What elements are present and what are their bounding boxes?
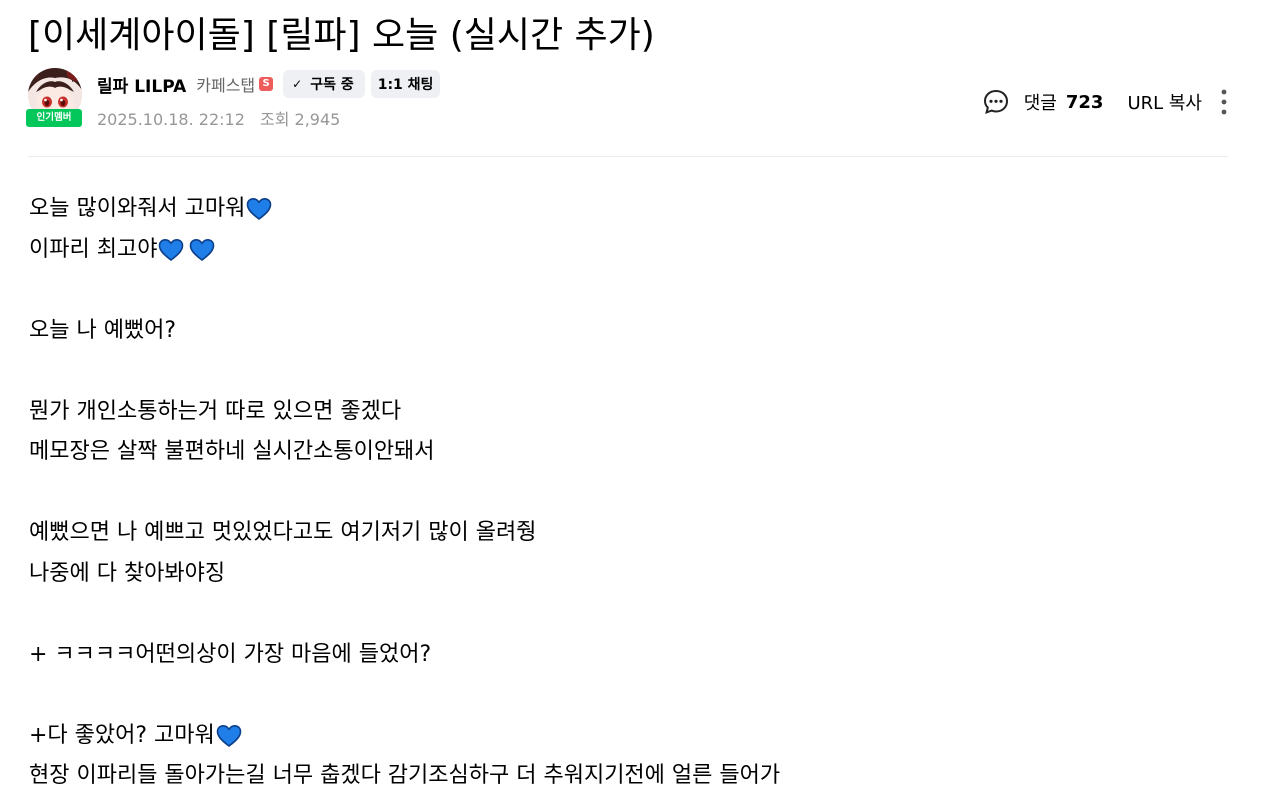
body-blank-line <box>29 270 1229 311</box>
body-line: 나중에 다 찾아봐야징 <box>29 560 226 586</box>
author-rank: 카페스탭 <box>196 76 256 95</box>
chat-label: 1:1 채팅 <box>377 77 434 93</box>
blue-heart-icon <box>216 724 242 747</box>
article-tools: 댓글 723 URL 복사 <box>982 86 1228 118</box>
check-icon: ✓ <box>292 77 303 91</box>
views-label: 조회 <box>259 110 290 129</box>
views-count: 2,945 <box>294 110 341 129</box>
body-blank-line <box>29 594 1229 635</box>
author-avatar-wrap[interactable]: 인기멤버 <box>26 66 84 130</box>
post-body: 오늘 많이와줘서 고마워 이파리 최고야 오늘 나 예뻤어? 뭔가 개인소통하는… <box>29 189 1229 797</box>
body-line-text: 이파리 최고야 <box>29 236 158 262</box>
blue-heart-icon <box>190 238 215 261</box>
staff-icon: S <box>259 77 274 91</box>
body-line: 메모장은 살짝 불편하네 실시간소통이안돼서 <box>29 439 435 464</box>
blue-heart-icon <box>159 238 184 261</box>
body-line: 현장 이파리들 돌아가는길 너무 춥겠다 감기조심하구 더 추워지기전에 얼른 … <box>29 763 781 788</box>
body-line: 이파리 최고야 <box>29 230 1229 271</box>
speech-bubble-icon <box>983 89 1008 114</box>
body-line: 뭔가 개인소통하는거 따로 있으면 좋겠다 <box>29 398 402 424</box>
comment-count: 723 <box>1065 91 1104 113</box>
blue-heart-icon <box>247 198 272 221</box>
body-line: +다 좋았어? 고마워 <box>29 716 1229 757</box>
subscribe-label: 구독 중 <box>310 77 354 93</box>
comment-label: 댓글 <box>1023 93 1057 114</box>
post-header: 인기멤버 릴파 LILPA 카페스탭 S ✓ 구독 중 1:1 채팅 2025.… <box>26 66 1228 136</box>
body-line-text: 오늘 많이와줘서 고마워 <box>29 196 246 221</box>
post-date: 2025.10.18. 22:12 <box>97 110 245 129</box>
body-blank-line <box>29 675 1229 716</box>
url-copy-button[interactable]: URL 복사 <box>1127 89 1202 115</box>
one-to-one-chat-button[interactable]: 1:1 채팅 <box>370 70 441 98</box>
header-divider <box>28 156 1228 157</box>
body-line: + ㅋㅋㅋㅋ어떤의상이 가장 마음에 들었어? <box>29 641 432 667</box>
body-blank-line <box>29 351 1229 392</box>
body-line: 오늘 나 예뻤어? <box>29 317 177 343</box>
vertical-dots-icon[interactable] <box>1220 89 1228 115</box>
body-line: 예뻤으면 나 예쁘고 멋있었다고도 여기저기 많이 올려줭 <box>29 520 537 545</box>
post-meta: 2025.10.18. 22:12 조회 2,945 <box>97 106 340 130</box>
author-line: 릴파 LILPA 카페스탭 S ✓ 구독 중 1:1 채팅 <box>97 70 441 98</box>
author-nickname[interactable]: 릴파 LILPA <box>97 72 186 97</box>
post-title: [이세계아이돌] [릴파] 오늘 (실시간 추가) <box>28 15 655 56</box>
body-blank-line <box>29 473 1229 514</box>
body-line: 오늘 많이와줘서 고마워 <box>29 189 1229 230</box>
subscribe-button[interactable]: ✓ 구독 중 <box>283 70 365 98</box>
popular-member-badge: 인기멤버 <box>26 109 82 127</box>
comment-button[interactable]: 댓글 723 <box>982 88 1104 116</box>
body-line-text: +다 좋았어? 고마워 <box>29 722 215 748</box>
